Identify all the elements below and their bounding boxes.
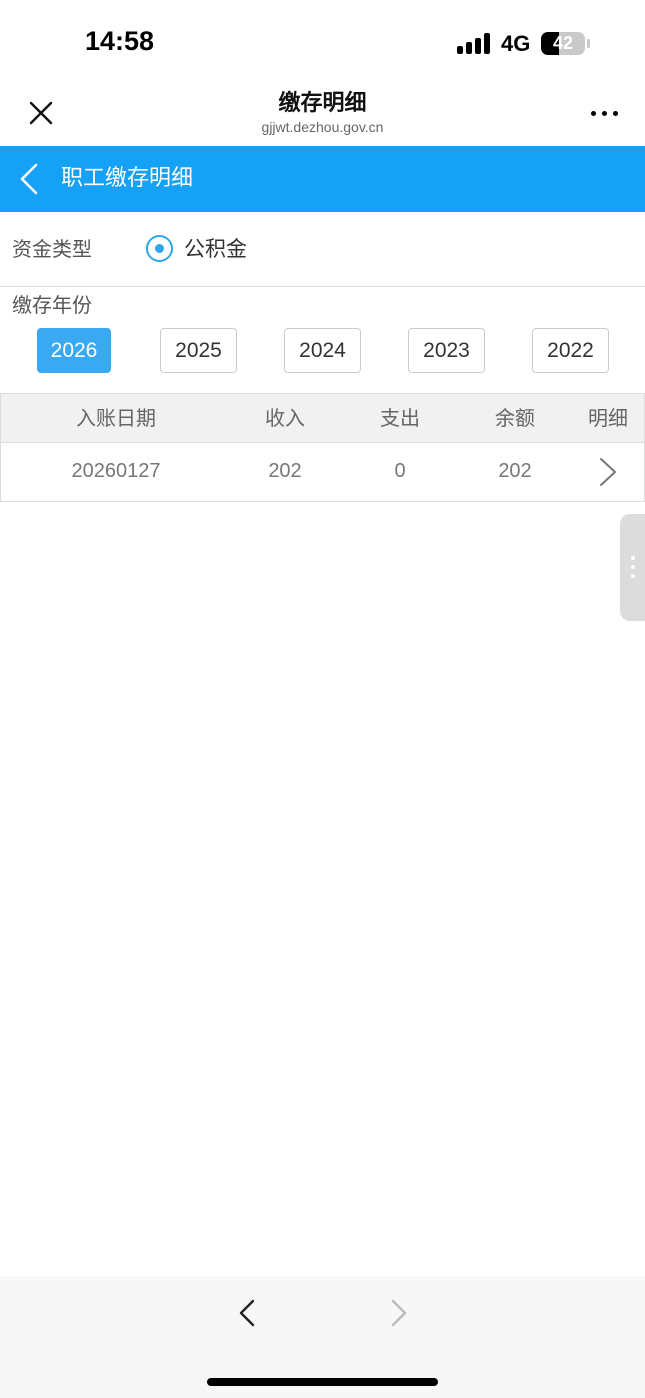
chevron-right-icon — [600, 458, 616, 486]
app-title: 职工缴存明细 — [61, 166, 194, 191]
row-income: 202 — [268, 460, 302, 482]
status-bar: 14:58 4G 42 — [0, 0, 645, 80]
handle-dot — [631, 556, 635, 560]
more-button[interactable] — [586, 98, 624, 128]
more-icon — [591, 111, 596, 116]
page-title: 缴存明细 — [278, 91, 367, 116]
back-button[interactable] — [14, 161, 44, 197]
battery-icon: 42 — [541, 32, 585, 55]
fund-type-radio[interactable] — [146, 235, 173, 262]
browser-title-bar: 缴存明细 gjjwt.dezhou.gov.cn — [0, 80, 645, 146]
header-date: 入账日期 — [76, 406, 156, 430]
nav-back-button[interactable] — [236, 1298, 260, 1328]
header-expense: 支出 — [380, 406, 420, 430]
handle-dot — [631, 574, 635, 578]
row-expense: 0 — [394, 460, 406, 482]
row-date: 20260127 — [71, 460, 161, 482]
chevron-left-icon — [239, 1299, 255, 1327]
radio-selected-dot — [155, 244, 164, 253]
bottom-nav-bar — [0, 1276, 645, 1398]
year-button-2022[interactable]: 2022 — [532, 328, 609, 373]
home-indicator[interactable] — [207, 1378, 438, 1386]
chevron-left-icon — [20, 163, 38, 195]
page-title-block: 缴存明细 gjjwt.dezhou.gov.cn — [0, 90, 645, 136]
side-drawer-handle[interactable] — [620, 514, 645, 621]
page-url: gjjwt.dezhou.gov.cn — [261, 119, 384, 135]
status-time: 14:58 — [85, 26, 155, 56]
header-detail: 明细 — [588, 406, 628, 430]
row-balance: 202 — [498, 460, 532, 482]
year-button-2024[interactable]: 2024 — [284, 328, 361, 373]
signal-icon — [457, 33, 491, 54]
app-header: 职工缴存明细 — [0, 146, 645, 212]
deposit-table: 入账日期 收入 支出 余额 明细 20260127 202 0 202 — [0, 393, 645, 502]
chevron-right-icon — [391, 1299, 407, 1327]
battery-level: 42 — [552, 33, 574, 53]
header-income: 收入 — [265, 406, 305, 430]
table-row[interactable]: 20260127 202 0 202 — [0, 443, 645, 502]
fund-type-row: 资金类型 公积金 — [0, 212, 645, 287]
battery-tip — [587, 39, 590, 48]
year-label: 缴存年份 — [12, 293, 92, 317]
year-button-2025[interactable]: 2025 — [160, 328, 237, 373]
year-button-2026[interactable]: 2026 — [37, 328, 111, 373]
more-icon-dot — [602, 111, 607, 116]
row-detail-button[interactable] — [595, 457, 621, 487]
handle-dot — [631, 565, 635, 569]
nav-forward-button[interactable] — [386, 1298, 410, 1328]
fund-type-option[interactable]: 公积金 — [184, 234, 247, 264]
year-button-2023[interactable]: 2023 — [408, 328, 485, 373]
table-header: 入账日期 收入 支出 余额 明细 — [0, 393, 645, 443]
more-icon-dot — [613, 111, 618, 116]
header-balance: 余额 — [495, 406, 535, 430]
screen: 14:58 4G 42 缴存明细 gjjwt.dezhou.gov.cn 职工缴… — [0, 0, 645, 1398]
network-label: 4G — [501, 31, 531, 56]
fund-type-label: 资金类型 — [12, 237, 92, 261]
